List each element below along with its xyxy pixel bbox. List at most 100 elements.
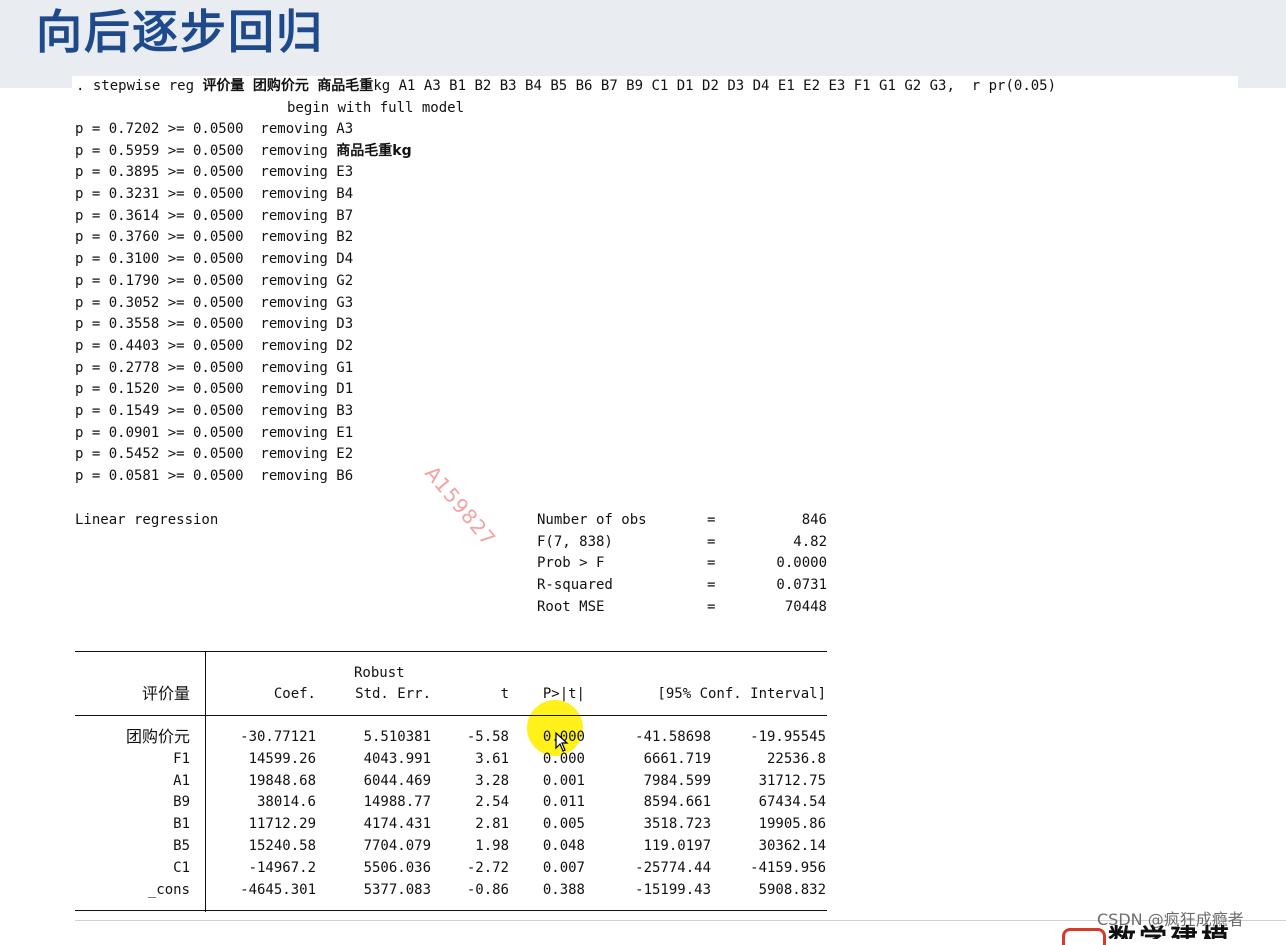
table-cell-p: 0.005 <box>542 816 585 833</box>
step-p-text: p = 0.3052 >= 0.0500 removing <box>75 294 337 311</box>
stat-label: Number of obs <box>537 512 647 528</box>
table-top-rule <box>75 651 827 652</box>
step-removed-var: D3 <box>336 316 354 333</box>
table-row-label: B5 <box>173 838 190 854</box>
stat-eq: = <box>707 598 716 615</box>
step-p-text: p = 0.7202 >= 0.0500 removing <box>75 121 337 137</box>
conf-interval-header: [95% Conf. Interval] <box>657 686 826 702</box>
command-var1: 团购价元 <box>252 78 309 94</box>
removal-step: p = 0.3052 >= 0.0500 removing G3 <box>75 293 412 315</box>
table-row-label: A1 <box>173 772 190 789</box>
step-removed-var: D1 <box>336 381 354 398</box>
removal-step: p = 0.1790 >= 0.0500 removing G2 <box>75 271 412 293</box>
step-p-text: p = 0.0581 >= 0.0500 removing <box>75 468 337 484</box>
removal-step: p = 0.5452 >= 0.0500 removing E2 <box>75 444 412 466</box>
removal-step: p = 0.0901 >= 0.0500 removing E1 <box>75 423 412 445</box>
command-rest: kg A1 A3 B1 B2 B3 B4 B5 B6 B7 B9 C1 D1 D… <box>373 78 1057 94</box>
command-var2: 商品毛重 <box>317 78 374 94</box>
stat-label: F(7, 838) <box>537 533 613 550</box>
table-cell-hi: -4159.956 <box>750 859 826 876</box>
removal-step: p = 0.3100 >= 0.0500 removing D4 <box>75 249 412 271</box>
stat-eq: = <box>707 577 716 594</box>
table-cell-p: 0.011 <box>542 794 585 811</box>
step-p-text: p = 0.3614 >= 0.0500 removing <box>75 207 337 224</box>
regression-title: Linear regression <box>75 512 219 528</box>
step-p-text: p = 0.3231 >= 0.0500 removing <box>75 186 337 203</box>
table-dep-var: 评价量 <box>141 684 190 703</box>
removal-step: p = 0.2778 >= 0.0500 removing G1 <box>75 358 412 380</box>
table-row-label: 团购价元 <box>125 727 190 746</box>
step-removed-var-suffix: kg <box>392 142 412 159</box>
step-removed-var: B2 <box>336 229 354 246</box>
removal-step: p = 0.4403 >= 0.0500 removing D2 <box>75 336 412 358</box>
removal-step: p = 0.3558 >= 0.0500 removing D3 <box>75 314 412 336</box>
step-removed-var: A3 <box>336 121 354 137</box>
step-p-text: p = 0.5959 >= 0.0500 removing <box>75 142 337 159</box>
step-removed-var: B7 <box>336 207 354 224</box>
step-removed-var: 商品毛重 <box>336 142 393 159</box>
table-cell-coef: -14967.2 <box>248 859 316 876</box>
table-cell-p: 0.048 <box>542 838 585 854</box>
removal-steps: p = 0.7202 >= 0.0500 removing A3 p = 0.59… <box>75 119 412 488</box>
step-p-text: p = 0.1520 >= 0.0500 removing <box>75 381 337 398</box>
table-cell-lo: 3518.723 <box>643 816 711 833</box>
corner-cropped-text: 数学建模 <box>1108 918 1286 939</box>
stat-row: R-squared = 0.0731 <box>537 575 827 597</box>
table-cell-hi: 30362.14 <box>758 838 826 854</box>
stat-label: Prob > F <box>537 555 605 572</box>
step-removed-var: D4 <box>336 251 354 268</box>
stat-val: 846 <box>801 512 827 528</box>
table-cell-p: 0.001 <box>542 772 585 789</box>
stat-eq: = <box>707 533 716 550</box>
coef-header: Coef. <box>273 686 316 702</box>
stat-row: Number of obs = 846 <box>537 510 827 532</box>
step-p-text: p = 0.1790 >= 0.0500 removing <box>75 272 337 289</box>
table-cell-lo: 6661.719 <box>643 750 711 767</box>
table-row-label: F1 <box>173 750 190 767</box>
removal-step: p = 0.7202 >= 0.0500 removing A3 <box>75 119 412 141</box>
removal-step: p = 0.3231 >= 0.0500 removing B4 <box>75 184 412 206</box>
table-cell-coef: 11712.29 <box>248 816 316 833</box>
step-removed-var: E1 <box>336 424 354 441</box>
slide-title: 向后逐步回归 <box>36 5 324 59</box>
robust-header: Robust <box>354 665 405 681</box>
table-cell-hi: 67434.54 <box>758 794 826 811</box>
step-removed-var: G2 <box>336 272 354 289</box>
stat-val: 4.82 <box>793 533 827 550</box>
removal-step: p = 0.1520 >= 0.0500 removing D1 <box>75 379 412 401</box>
watermark: A159827 <box>420 461 501 551</box>
regression-stats: Number of obs = 846 F(7, 838) = 4.82 Prob > F =… <box>537 510 827 618</box>
table-bottom-rule <box>75 910 827 911</box>
command-dep-var: 评价量 <box>202 78 245 94</box>
step-removed-var: B3 <box>336 402 354 419</box>
table-cell-lo: -41.58698 <box>635 729 711 745</box>
table-cell-lo: 7984.599 <box>643 772 711 789</box>
step-p-text: p = 0.3100 >= 0.0500 removing <box>75 251 337 268</box>
removal-step: p = 0.1549 >= 0.0500 removing B3 <box>75 401 412 423</box>
table-cell-lo: 8594.661 <box>643 794 711 811</box>
step-p-text: p = 0.0901 >= 0.0500 removing <box>75 424 337 441</box>
table-cell-p: 0.000 <box>542 750 585 767</box>
stat-eq: = <box>707 555 716 572</box>
table-cell-coef: 38014.6 <box>256 794 316 811</box>
step-removed-var: D2 <box>336 337 354 354</box>
table-cell-lo: -25774.44 <box>635 859 711 876</box>
step-removed-var: B4 <box>336 186 354 203</box>
removal-step: p = 0.5959 >= 0.0500 removing 商品毛重kg <box>75 141 412 163</box>
table-row-label: B1 <box>173 816 190 833</box>
table-cell-lo: -15199.43 <box>635 881 711 898</box>
removal-step: p = 0.3760 >= 0.0500 removing B2 <box>75 227 412 249</box>
step-removed-var: G1 <box>336 359 354 376</box>
corner-logo-icon <box>1062 928 1106 945</box>
table-header-rule <box>75 715 827 716</box>
step-p-text: p = 0.2778 >= 0.0500 removing <box>75 359 337 376</box>
step-removed-var: E2 <box>336 446 354 463</box>
table-row-label: _cons <box>147 881 190 898</box>
stat-val: 0.0000 <box>776 555 827 572</box>
table-cell-coef: 15240.58 <box>248 838 316 854</box>
table-cell-p: 0.007 <box>542 859 585 876</box>
table-cell-hi: 31712.75 <box>758 772 826 789</box>
table-cell-hi: 5908.832 <box>758 881 826 898</box>
removal-step: p = 0.3614 >= 0.0500 removing B7 <box>75 206 412 228</box>
table-cell-hi: -19.95545 <box>750 729 826 745</box>
